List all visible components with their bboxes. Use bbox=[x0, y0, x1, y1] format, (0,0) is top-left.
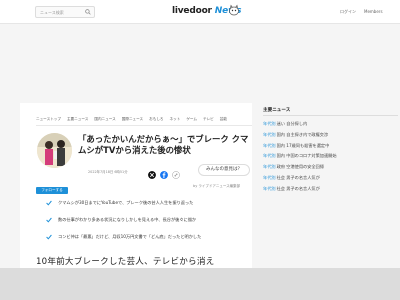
news-category: 年代別 bbox=[263, 185, 276, 191]
category-nav-item[interactable]: 国内ニュース bbox=[94, 117, 115, 122]
bottom-overlay bbox=[0, 268, 400, 300]
check-icon bbox=[46, 200, 52, 206]
news-category: 年代別 bbox=[263, 142, 276, 148]
search-input[interactable]: ニュース検索 bbox=[35, 6, 95, 18]
comment-button[interactable]: みんなの意見は？ bbox=[198, 164, 250, 176]
sidebar-news-item[interactable]: 年代別社会 男子の名言人気が bbox=[263, 173, 399, 184]
summary-item: 数の仕事がわかり多ある状況になりしかしを見える中、長谷が後々に描か bbox=[46, 216, 246, 233]
summary-text: 数の仕事がわかり多ある状況になりしかしを見える中、長谷が後々に描か bbox=[58, 217, 197, 222]
summary-item: コンビ仲は「最悪」だけど、月収10万円文書で「どん底」だったと明かした bbox=[46, 233, 246, 250]
news-text: 国内 自主探き内で政権交渉 bbox=[276, 131, 329, 137]
news-text: 国内 17歳同も殺害を選定中 bbox=[276, 142, 330, 148]
article-credit: by ライブドアニュース編集部 bbox=[193, 184, 241, 188]
sidebar-news-item[interactable]: 年代別政府 空港使用の安全回帰 bbox=[263, 162, 399, 173]
category-nav-item[interactable]: 芸能 bbox=[220, 117, 227, 122]
category-nav-item[interactable]: ニューストップ bbox=[36, 117, 61, 122]
search-placeholder: ニュース検索 bbox=[40, 10, 64, 15]
logo-main-text: livedoor bbox=[172, 6, 212, 16]
thumbnail-image bbox=[37, 133, 72, 168]
link-share-icon[interactable] bbox=[172, 171, 180, 179]
ad-area bbox=[0, 25, 400, 103]
news-text: 社会 男子の名言人気が bbox=[276, 185, 320, 191]
facebook-share-icon[interactable] bbox=[160, 171, 168, 179]
news-text: 社会 男子の名言人気が bbox=[276, 174, 320, 180]
news-category: 年代別 bbox=[263, 131, 276, 137]
category-nav-item[interactable]: ネット bbox=[170, 117, 181, 122]
check-icon bbox=[46, 217, 52, 223]
article-body-headline: 10年前大ブレークした芸人、テレビから消え bbox=[36, 257, 215, 267]
category-nav-item[interactable]: 主要ニュース bbox=[67, 117, 88, 122]
article-summary: クマムシが30日までにYouTubeで、ブレーク後の芸人人生を振り返った 数の仕… bbox=[46, 199, 246, 250]
mascot-icon bbox=[229, 4, 239, 16]
login-link[interactable]: ログイン bbox=[340, 9, 356, 15]
sidebar-news-list: 年代別迷い 自分探し内 年代別国内 自主探き内で政権交渉 年代別国内 17歳同も… bbox=[263, 119, 399, 195]
sidebar-news-item[interactable]: 年代別国内 自主探き内で政権交渉 bbox=[263, 130, 399, 141]
news-category: 年代別 bbox=[263, 153, 276, 159]
sidebar-news-item[interactable]: 年代別社会 男子の名言人気が bbox=[263, 184, 399, 195]
summary-item: クマムシが30日までにYouTubeで、ブレーク後の芸人人生を振り返った bbox=[46, 199, 246, 216]
sidebar-news-item[interactable]: 年代別迷い 自分探し内 bbox=[263, 119, 399, 130]
article-thumbnail[interactable] bbox=[37, 133, 72, 168]
summary-text: クマムシが30日までにYouTubeで、ブレーク後の芸人人生を振り返った bbox=[58, 200, 194, 205]
follow-button[interactable]: フォローする bbox=[36, 187, 68, 194]
news-category: 年代別 bbox=[263, 174, 276, 180]
category-nav-item[interactable]: テレビ bbox=[203, 117, 214, 122]
category-nav-item[interactable]: ゲーム bbox=[186, 117, 197, 122]
article-title: 「あったかいんだからぁ〜」でブレーク クマムシがTVから消えた後の惨状 bbox=[78, 134, 249, 155]
news-category: 年代別 bbox=[263, 164, 276, 170]
sidebar-title: 主要ニュース bbox=[263, 108, 291, 113]
news-text: 政府 空港使用の安全回帰 bbox=[276, 164, 324, 170]
top-header: ニュース検索 livedoor News ログイン Members bbox=[0, 0, 400, 24]
news-category: 年代別 bbox=[263, 121, 276, 126]
news-text: 迷い 自分探し内 bbox=[276, 121, 308, 126]
divider bbox=[263, 115, 398, 116]
category-nav: ニューストップ 主要ニュース 国内ニュース 国際ニュース おもしろ ネット ゲー… bbox=[36, 117, 227, 122]
divider bbox=[36, 125, 252, 126]
sidebar-news-item[interactable]: 年代別国内 中国のコロナ対策加速開始 bbox=[263, 151, 399, 162]
article-date: 2022年7月18日 6時51分 bbox=[88, 170, 128, 174]
sidebar-news-item[interactable]: 年代別国内 17歳同も殺害を選定中 bbox=[263, 141, 399, 152]
x-share-icon[interactable] bbox=[148, 171, 156, 179]
check-icon bbox=[46, 234, 52, 240]
category-nav-item[interactable]: 国際ニュース bbox=[122, 117, 143, 122]
news-text: 国内 中国のコロナ対策加速開始 bbox=[276, 153, 337, 159]
category-nav-item[interactable]: おもしろ bbox=[149, 117, 163, 122]
search-icon[interactable] bbox=[85, 9, 91, 15]
summary-text: コンビ仲は「最悪」だけど、月収10万円文書で「どん底」だったと明かした bbox=[58, 234, 202, 239]
member-link[interactable]: Members bbox=[364, 9, 383, 14]
